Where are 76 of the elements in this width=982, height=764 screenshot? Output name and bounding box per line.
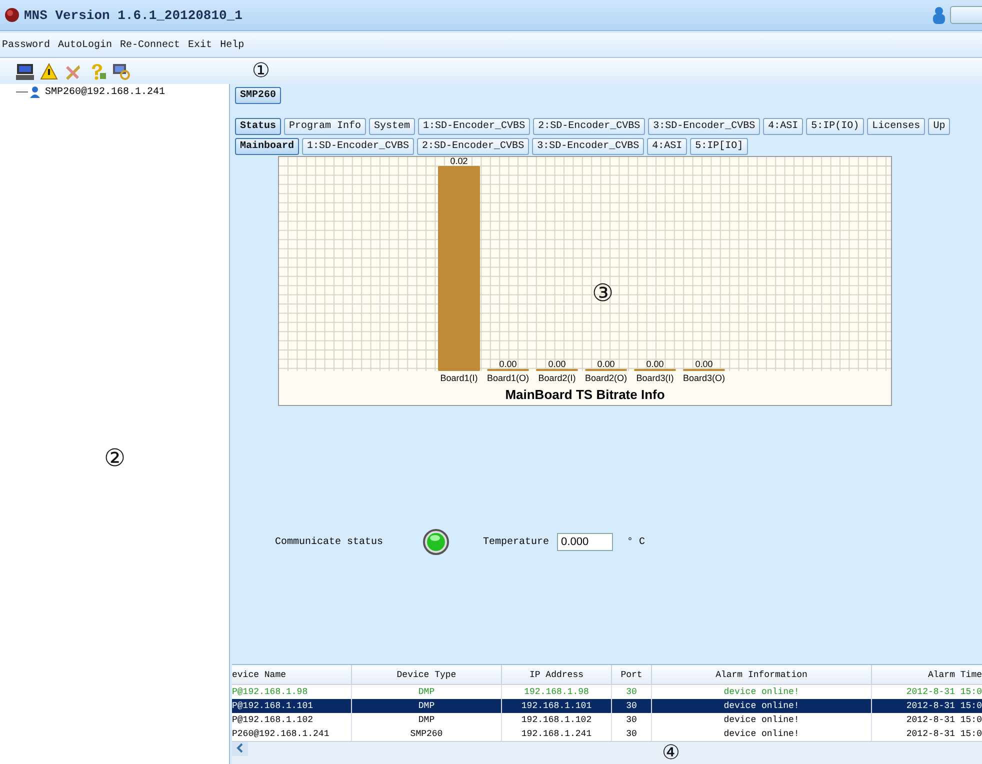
callout-number: ④ [662,742,680,762]
status-label: Communicate status [275,536,384,548]
category-label: Board3(I) [636,373,674,383]
tab[interactable]: 5:IP[IO] [690,138,748,155]
table-cell-text: 2012-8-31 15:0 [905,700,982,713]
tab[interactable]: Up [928,118,950,135]
table-cell: device online! [652,699,872,713]
minimize-button[interactable] [950,6,982,24]
value-label: 0.00 [499,359,517,369]
table-cell: DMP [352,713,502,727]
tab[interactable]: 3:SD-Encoder_CVBS [532,138,644,155]
callout-number: ① [252,60,270,80]
warning-icon[interactable] [40,62,58,80]
menu-item[interactable]: Exit [188,40,212,50]
tab[interactable]: 1:SD-Encoder_CVBS [418,118,530,135]
temperature-unit: ° C [627,536,646,548]
category-label: Board1(O) [486,373,530,383]
menu-item[interactable]: Help [220,40,244,50]
computer-search-icon[interactable] [112,62,130,80]
table-cell: P@192.168.1.102 [232,713,352,727]
computer-icon[interactable] [16,62,34,80]
callout-number: ③ [592,281,614,305]
category-label: Board1(I) [440,373,478,383]
menu-item[interactable]: Re-Connect [120,40,180,50]
person-icon [16,86,42,98]
table-cell-text: 2012-8-31 15:0 [905,714,982,727]
column-header[interactable]: Port [612,665,652,684]
column-header[interactable]: IP Address [502,665,612,684]
app-logo-icon [4,7,20,23]
value-label: 0.00 [597,359,615,369]
window-title: MNS Version 1.6.1_20120810_1 [24,8,242,22]
table-cell: 30 [612,713,652,727]
column-header[interactable]: Alarm Time [872,665,982,684]
table-cell-text: 2012-8-31 15:0 [905,686,982,699]
tab[interactable]: 1:SD-Encoder_CVBS [302,138,414,155]
table-cell: 30 [612,699,652,713]
tab[interactable]: Status [235,118,282,135]
tab[interactable]: 4:ASI [647,138,688,155]
temperature-label: Temperature [483,536,550,548]
column-header[interactable]: evice Name [232,665,352,684]
tab[interactable]: Mainboard [235,138,300,155]
value-label: 0.00 [695,359,713,369]
table-cell: 192.168.1.101 [502,699,612,713]
tab[interactable]: 3:SD-Encoder_CVBS [648,118,760,135]
column-header[interactable]: Alarm Information [652,665,872,684]
tab[interactable]: 5:IP(IO) [806,118,864,135]
chevron-left-icon [236,742,244,752]
device-tab[interactable]: SMP260 [235,87,282,104]
table-cell-text: 2012-8-31 15:0 [905,728,982,741]
user-icon [932,6,946,24]
menu-item[interactable]: AutoLogin [58,40,112,50]
menu-item[interactable]: Password [2,40,50,50]
tab[interactable]: Licenses [867,118,926,135]
category-label: Board3(O) [682,373,726,383]
column-header[interactable]: Device Type [352,665,502,684]
tab[interactable]: System [369,118,416,135]
tab[interactable]: Program Info [284,118,366,135]
callout-number: ② [104,446,126,470]
table-cell: device online! [652,713,872,727]
table-cell: P@192.168.1.101 [232,699,352,713]
value-label: 0.02 [450,157,468,166]
table-row[interactable]: P@192.168.1.102 DMP 192.168.1.102 30 device online! 2012-8-31 15:0 [232,713,982,727]
category-label: Board2(I) [538,373,576,383]
tab[interactable]: 2:SD-Encoder_CVBS [533,118,646,135]
scroll-left-button[interactable] [232,742,248,756]
tree-item[interactable]: SMP260@192.168.1.241 [16,86,166,98]
temperature-field[interactable]: 0.000 [557,533,614,551]
value-label: 0.00 [646,359,664,369]
table-cell: DMP [352,699,502,713]
tab[interactable]: 2:SD-Encoder_CVBS [417,138,530,155]
value-label: 0.00 [548,359,566,369]
category-label: Board2(O) [584,373,628,383]
tab[interactable]: 4:ASI [763,118,804,135]
table-row[interactable]: P@192.168.1.101 DMP 192.168.1.101 30 device online! 2012-8-31 15:0 [232,699,982,713]
chart-title: MainBoard TS Bitrate Info [505,387,665,402]
table-cell: 192.168.1.102 [502,713,612,727]
